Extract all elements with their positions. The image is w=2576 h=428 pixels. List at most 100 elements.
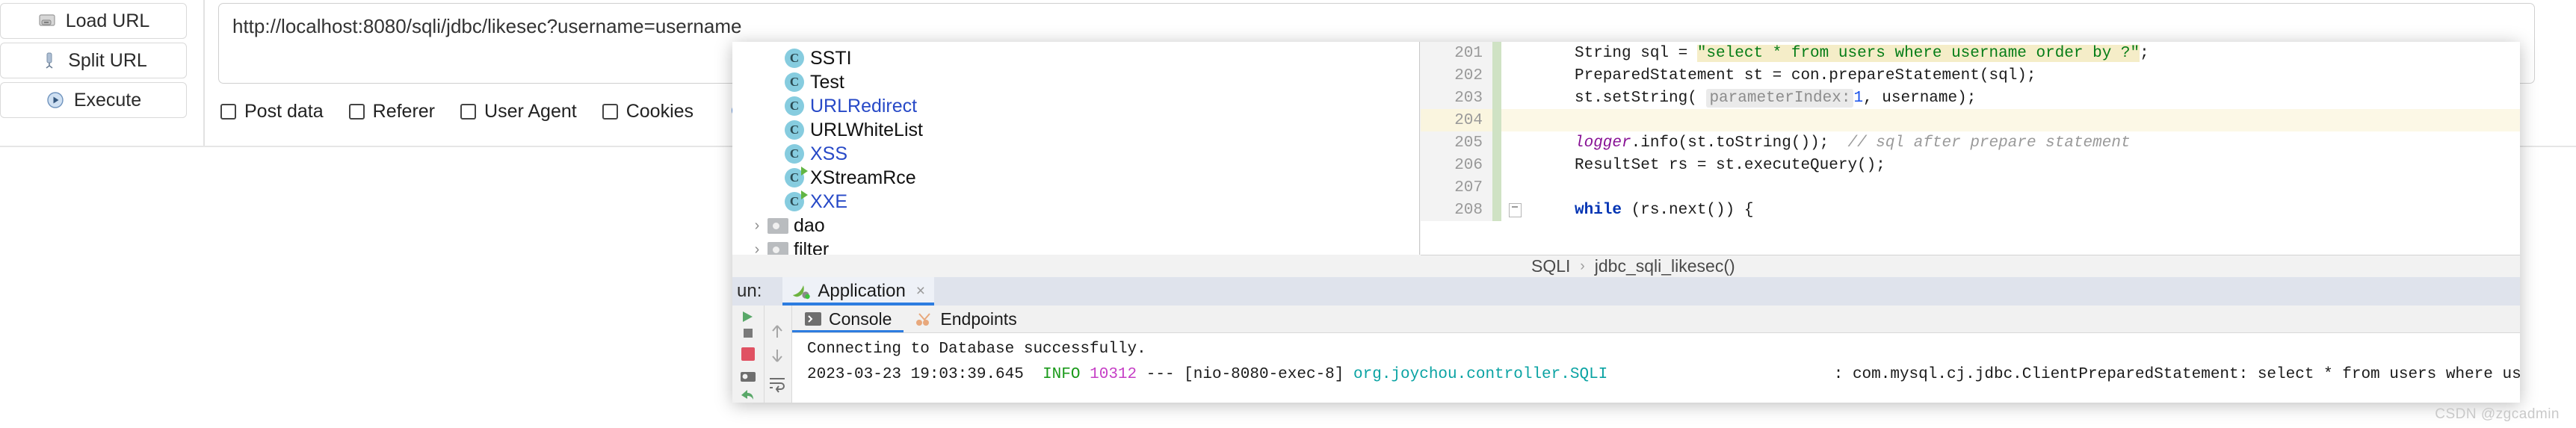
referer-checkbox[interactable] — [348, 103, 365, 120]
code-text: while (rs.next()) { — [1528, 199, 2520, 221]
tab-console[interactable]: Console — [792, 306, 904, 332]
tree-item-label: XStreamRce — [810, 167, 916, 188]
sql-string-literal: "select * from users where username orde… — [1696, 44, 2140, 62]
ide-window: C SSTI C Test C URLRedirect C URLWhiteLi… — [732, 42, 2520, 403]
folder-icon — [765, 217, 791, 234]
breadcrumb-class[interactable]: SQLI — [1531, 256, 1570, 276]
fold-column[interactable] — [1501, 131, 1528, 154]
restart-icon[interactable] — [737, 383, 759, 403]
line-number: 202 — [1421, 64, 1492, 87]
tree-item-label: XSS — [810, 143, 848, 164]
code-line-208[interactable]: 208 while (rs.next()) { — [1421, 199, 2520, 221]
line-number: 207 — [1421, 176, 1492, 199]
code-text — [1528, 109, 2520, 131]
arrow-down-icon[interactable] — [767, 346, 787, 369]
vcs-change-bar — [1492, 131, 1501, 154]
tree-item-xxe[interactable]: C XXE — [732, 190, 1419, 214]
split-url-button[interactable]: Split URL — [0, 43, 187, 78]
code-text: logger.info(st.toString()); // sql after… — [1528, 131, 2520, 154]
run-tab-label: Application — [818, 281, 906, 301]
code-line-205[interactable]: 205 logger.info(st.toString()); // sql a… — [1421, 131, 2520, 154]
console-line-1: Connecting to Database successfully. — [807, 338, 2520, 361]
option-post-data[interactable]: Post data — [220, 101, 324, 122]
chevron-right-icon[interactable]: › — [749, 241, 765, 255]
arrow-up-icon[interactable] — [767, 322, 787, 345]
log-thread: [nio-8080-exec-8] — [1184, 366, 1344, 383]
code-fragment: String sql = — [1575, 44, 1697, 62]
java-class-runnable-icon: C — [782, 190, 808, 211]
log-pid: 10312 — [1090, 366, 1137, 383]
tree-item-urlwhitelist[interactable]: C URLWhiteList — [732, 118, 1419, 142]
tree-item-label: dao — [794, 214, 825, 236]
code-line-204[interactable]: 204 — [1421, 109, 2520, 131]
log-timestamp: 2023-03-23 19:03:39.645 — [807, 366, 1024, 383]
vcs-change-bar — [1492, 154, 1501, 176]
tree-item-urlredirect[interactable]: C URLRedirect — [732, 94, 1419, 118]
load-url-button[interactable]: Load URL — [0, 3, 187, 39]
execute-button[interactable]: Execute — [0, 82, 187, 118]
execute-label: Execute — [73, 89, 142, 111]
project-tree-panel[interactable]: C SSTI C Test C URLRedirect C URLWhiteLi… — [732, 42, 1420, 255]
fold-column[interactable] — [1501, 64, 1528, 87]
hackbar-button-column: Load URL Split URL Execute — [0, 3, 188, 122]
fold-column[interactable] — [1501, 109, 1528, 131]
chevron-right-icon[interactable]: › — [749, 217, 765, 235]
tree-item-xstreamrce[interactable]: C XStreamRce — [732, 166, 1419, 190]
fold-column[interactable] — [1501, 42, 1528, 64]
watermark: CSDN @zgcadmin — [2435, 406, 2560, 422]
java-class-icon: C — [782, 96, 807, 116]
vcs-change-bar — [1492, 42, 1501, 64]
code-keyword: while — [1575, 201, 1622, 219]
tab-endpoints-label: Endpoints — [940, 308, 1017, 329]
option-referer[interactable]: Referer — [348, 101, 435, 122]
tree-item-xss[interactable]: C XSS — [732, 142, 1419, 166]
code-line-206[interactable]: 206 ResultSet rs = st.executeQuery(); — [1421, 154, 2520, 176]
run-tab-application[interactable]: Application × — [782, 277, 935, 306]
tree-item-dao[interactable]: › dao — [732, 214, 1419, 238]
spring-leaf-icon — [791, 283, 811, 300]
tree-item-filter[interactable]: › filter — [732, 238, 1419, 255]
code-text: st.setString( parameterIndex: 1, username… — [1528, 87, 2520, 109]
code-line-203[interactable]: 203 st.setString( parameterIndex: 1, user… — [1421, 87, 2520, 109]
breadcrumb-separator-icon: › — [1580, 258, 1585, 274]
fold-column[interactable] — [1501, 87, 1528, 109]
code-fragment: ; — [2140, 44, 2149, 62]
cookies-checkbox[interactable] — [602, 103, 618, 120]
fold-column[interactable] — [1501, 199, 1528, 221]
user-agent-label: User Agent — [484, 100, 577, 122]
fold-column[interactable] — [1501, 154, 1528, 176]
hackbar-options-row: Post data Referer User Agent Cookies Cle… — [220, 99, 800, 124]
java-class-runnable-icon: C — [782, 167, 808, 187]
post-data-checkbox[interactable] — [220, 103, 236, 120]
close-icon[interactable]: × — [916, 282, 925, 300]
tab-endpoints[interactable]: Endpoints — [904, 306, 1028, 332]
code-editor[interactable]: 201 String sql = "select * from users wh… — [1421, 42, 2520, 255]
java-class-icon: C — [782, 49, 807, 68]
breadcrumb-method[interactable]: jdbc_sqli_likesec() — [1595, 256, 1735, 276]
vcs-change-bar — [1492, 64, 1501, 87]
code-comment: // sql after prepare statement — [1847, 134, 2131, 152]
code-fold-icon[interactable] — [1509, 203, 1522, 217]
tree-item-label: URLRedirect — [810, 95, 918, 117]
code-line-207[interactable]: 207 — [1421, 176, 2520, 199]
option-cookies[interactable]: Cookies — [602, 101, 694, 122]
post-data-label: Post data — [244, 100, 324, 122]
log-dashes: --- — [1146, 366, 1175, 383]
stop-icon[interactable] — [737, 343, 759, 365]
fold-column[interactable] — [1501, 176, 1528, 199]
user-agent-checkbox[interactable] — [460, 103, 477, 120]
run-secondary-toolbar — [765, 306, 792, 403]
soft-wrap-icon[interactable] — [767, 374, 787, 397]
log-level: INFO — [1043, 366, 1081, 383]
code-line-201[interactable]: 201 String sql = "select * from users wh… — [1421, 42, 2520, 64]
line-number: 206 — [1421, 154, 1492, 176]
code-line-202[interactable]: 202 PreparedStatement st = con.prepareSt… — [1421, 64, 2520, 87]
tree-item-test[interactable]: C Test — [732, 70, 1419, 94]
run-window-body: Console Endpoints Connecting to Database… — [732, 306, 2520, 403]
tree-item-ssti[interactable]: C SSTI — [732, 46, 1419, 70]
console-output[interactable]: Connecting to Database successfully. 202… — [792, 333, 2520, 403]
stop-gray-icon[interactable] — [737, 322, 759, 344]
console-line-2: 2023-03-23 19:03:39.645 INFO 10312 --- [… — [807, 361, 2520, 383]
option-user-agent[interactable]: User Agent — [460, 101, 577, 122]
line-number: 208 — [1421, 199, 1492, 221]
